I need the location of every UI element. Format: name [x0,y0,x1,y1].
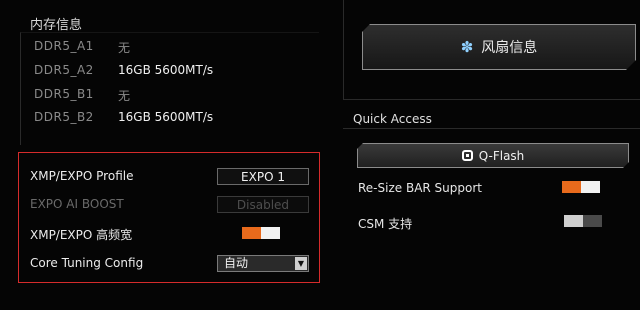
xmp-profile-value[interactable]: EXPO 1 [217,168,309,185]
csm-label: CSM 支持 [358,217,413,231]
rebar-label: Re-Size BAR Support [358,181,482,195]
expo-ai-boost-label: EXPO AI BOOST [30,197,124,211]
xmp-high-freq-toggle[interactable] [242,227,280,239]
xmp-high-freq-label: XMP/EXPO 高频宽 [30,228,133,242]
expo-ai-boost-value: Disabled [217,196,309,213]
slot-name-a2: DDR5_A2 [34,63,94,77]
xmp-profile-label: XMP/EXPO Profile [30,169,134,183]
slot-value-a1: 无 [118,41,131,55]
csm-toggle[interactable] [564,215,602,227]
memory-info-title: 内存信息 [30,18,83,33]
fan-info-label: 风扇信息 [481,40,538,56]
slot-name-a1: DDR5_A1 [34,39,94,53]
dropdown-arrow-icon: ▼ [295,257,307,270]
quick-access-divider [343,128,640,129]
core-tuning-select[interactable]: 自动 ▼ [217,255,309,272]
core-tuning-value: 自动 [224,256,249,270]
rebar-toggle[interactable] [562,181,600,193]
core-tuning-label: Core Tuning Config [30,256,144,270]
slot-name-b1: DDR5_B1 [34,87,94,101]
fan-info-button[interactable]: ✽ 风扇信息 [362,24,636,70]
qflash-label: Q-Flash [478,148,525,163]
slot-value-b1: 无 [118,89,131,103]
fan-icon: ✽ [460,38,474,56]
slot-value-a2: 16GB 5600MT/s [118,63,214,77]
qflash-button[interactable]: Q-Flash [357,143,629,168]
qflash-chip-icon [462,150,473,161]
quick-access-title: Quick Access [353,112,432,126]
slot-value-b2: 16GB 5600MT/s [118,110,214,124]
slot-name-b2: DDR5_B2 [34,110,94,124]
